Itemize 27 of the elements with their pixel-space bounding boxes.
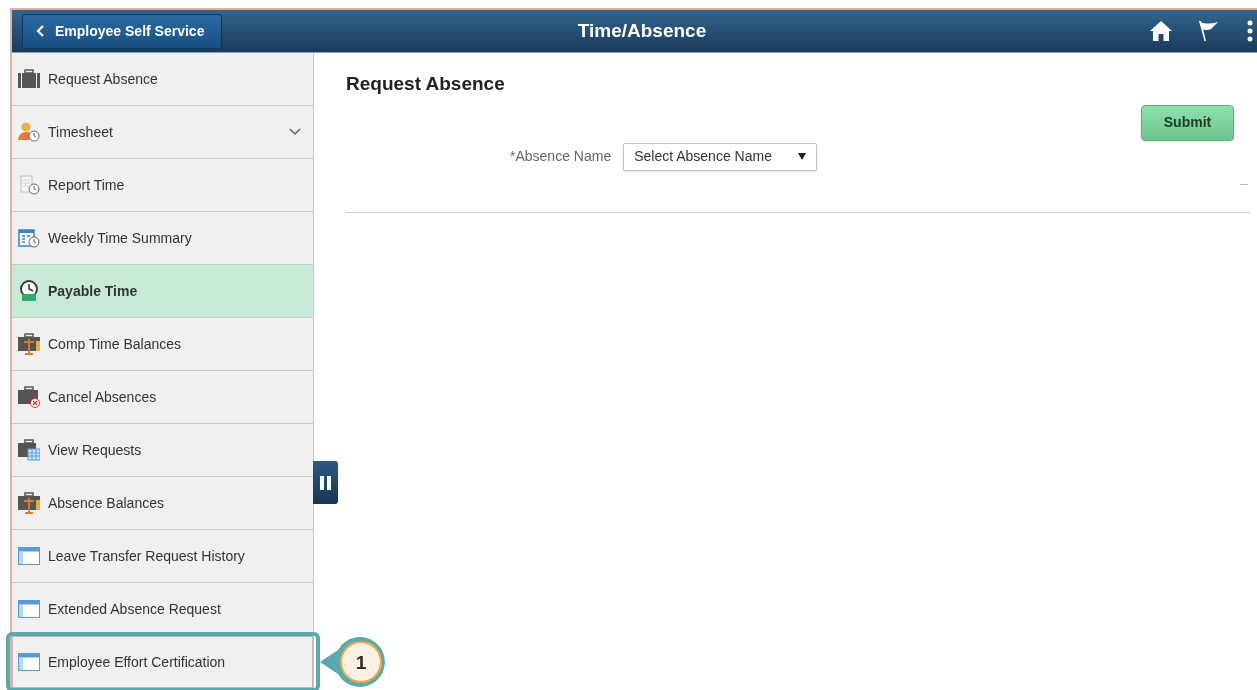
calendar-clock-icon	[18, 228, 40, 248]
back-button[interactable]: Employee Self Service	[22, 13, 222, 49]
person-clock-icon	[18, 122, 40, 142]
briefcase-calendar-icon	[18, 439, 40, 461]
more-icon[interactable]	[1247, 20, 1253, 42]
briefcase-scale-icon	[18, 492, 40, 514]
back-icon	[35, 25, 47, 37]
window-icon	[18, 600, 40, 618]
field-label: *Absence Name	[510, 147, 612, 166]
chevron-down-icon[interactable]	[289, 128, 301, 136]
home-icon[interactable]	[1149, 20, 1173, 42]
pause-icon	[320, 475, 331, 490]
window-icon	[18, 547, 40, 565]
briefcase-scale-icon	[18, 333, 40, 355]
briefcase-icon	[18, 69, 40, 89]
briefcase-cancel-icon	[18, 386, 40, 408]
window-icon	[18, 653, 40, 671]
page-title: Time/Absence	[576, 18, 708, 43]
clock-money-icon	[18, 280, 40, 302]
page-heading: Request Absence	[346, 72, 506, 96]
document-clock-icon	[18, 175, 40, 195]
flag-icon[interactable]	[1197, 19, 1219, 43]
collapse-handle[interactable]	[313, 461, 338, 504]
dropdown-arrow-icon	[798, 153, 807, 160]
absence-name-select[interactable]: Select Absence Name	[623, 142, 818, 171]
submit-button[interactable]: Submit	[1141, 104, 1234, 141]
sidebar-item[interactable]: Payable Time	[12, 265, 313, 318]
